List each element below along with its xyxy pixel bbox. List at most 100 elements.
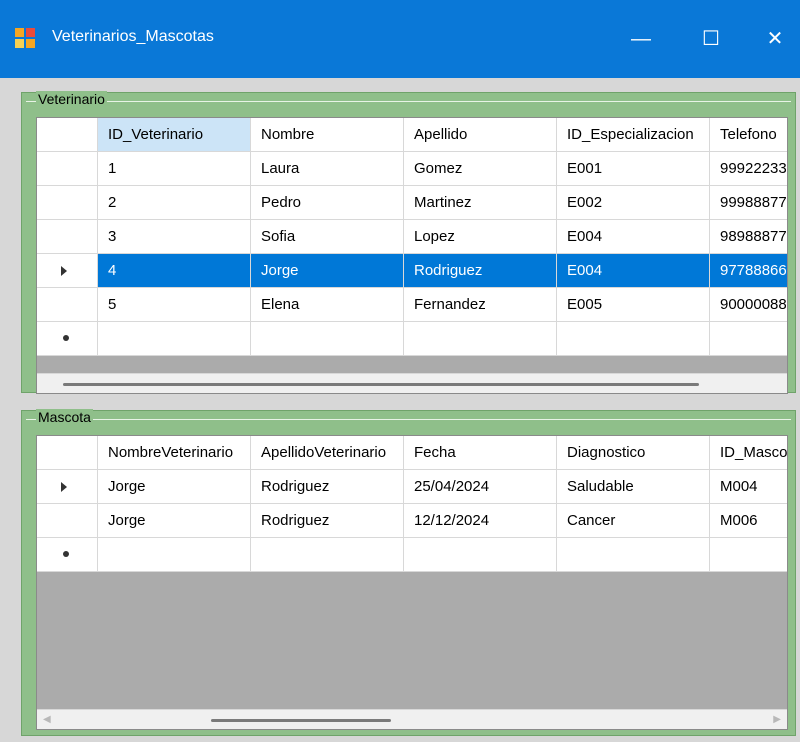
table-cell[interactable]: 900000888 [710,288,787,322]
scroll-right-icon[interactable]: ▶ [773,714,781,725]
table-cell[interactable]: Fernandez [404,288,557,322]
column-header[interactable]: ID_Mascota [710,436,787,470]
mascota-grid[interactable]: ◀ ▶ NombreVeterinario ApellidoVeterinario… [36,435,788,730]
table-cell[interactable]: Sofia [251,220,404,254]
table-cell[interactable] [251,322,404,356]
groupbox-border [26,419,791,420]
table-cell[interactable]: Rodriguez [251,470,404,504]
table-cell[interactable]: Pedro [251,186,404,220]
column-header[interactable]: ApellidoVeterinario [251,436,404,470]
maximize-icon: ☐ [702,28,720,50]
table-cell[interactable]: Rodriguez [404,254,557,288]
column-header[interactable]: Apellido [404,118,557,152]
row-header[interactable] [37,186,98,220]
table-cell[interactable]: 3 [98,220,251,254]
table-cell[interactable]: Lopez [404,220,557,254]
groupbox-caption: Mascota [36,409,93,425]
table-cell[interactable]: M004 [710,470,787,504]
table-cell[interactable]: Jorge [251,254,404,288]
table-cell[interactable]: E002 [557,186,710,220]
title-bar[interactable]: Veterinarios_Mascotas — ☐ ✕ [0,0,800,78]
table-row[interactable]: 1 Laura Gomez E001 999222333 [37,152,787,186]
table-cell[interactable]: Jorge [98,470,251,504]
column-header[interactable]: Nombre [251,118,404,152]
table-cell[interactable]: E004 [557,220,710,254]
groupbox-border [26,101,791,102]
table-cell[interactable]: 1 [98,152,251,186]
table-cell[interactable]: Saludable [557,470,710,504]
table-cell[interactable] [557,322,710,356]
table-cell[interactable]: 2 [98,186,251,220]
table-cell[interactable]: 25/04/2024 [404,470,557,504]
table-cell[interactable]: E004 [557,254,710,288]
maximize-button[interactable]: ☐ [686,14,736,64]
table-cell[interactable] [710,322,787,356]
table-cell[interactable]: Martinez [404,186,557,220]
table-row[interactable]: Jorge Rodriguez 25/04/2024 Saludable M004 [37,470,787,504]
veterinario-grid[interactable]: ID_Veterinario Nombre Apellido ID_Especiali… [36,117,788,394]
row-header[interactable] [37,504,98,538]
horizontal-scrollbar[interactable] [37,373,787,393]
column-header[interactable]: Fecha [404,436,557,470]
table-row[interactable]: 3 Sofia Lopez E004 989888777 [37,220,787,254]
table-cell[interactable]: Gomez [404,152,557,186]
table-cell[interactable]: Rodriguez [251,504,404,538]
groupbox-mascota: Mascota ◀ ▶ NombreVeterinario ApellidoVet… [21,409,796,736]
row-header[interactable] [37,322,98,356]
column-header[interactable]: Telefono [710,118,787,152]
new-row[interactable] [37,322,787,356]
table-cell[interactable]: 12/12/2024 [404,504,557,538]
table-cell[interactable] [404,322,557,356]
table-cell[interactable]: 989888777 [710,220,787,254]
row-header[interactable] [37,254,98,288]
table-cell[interactable] [251,538,404,572]
table-cell[interactable] [557,538,710,572]
header-row: NombreVeterinario ApellidoVeterinario Fech… [37,436,787,470]
table-cell[interactable]: Cancer [557,504,710,538]
row-header[interactable] [37,220,98,254]
table-cell[interactable]: E005 [557,288,710,322]
row-header[interactable] [37,470,98,504]
table-cell[interactable] [98,322,251,356]
new-row-icon [63,335,69,341]
scroll-thumb[interactable] [211,719,391,722]
column-header[interactable]: NombreVeterinario [98,436,251,470]
close-button[interactable]: ✕ [750,14,800,64]
row-header-corner [37,118,98,152]
table-cell[interactable]: E001 [557,152,710,186]
table-cell[interactable]: Elena [251,288,404,322]
scroll-thumb[interactable] [63,383,699,386]
column-header[interactable]: Diagnostico [557,436,710,470]
form-client-area: Veterinario ID_Veterinario Nombre Apellido… [0,78,800,742]
table-cell[interactable]: 5 [98,288,251,322]
table-row[interactable]: 2 Pedro Martinez E002 999888777 [37,186,787,220]
window-title: Veterinarios_Mascotas [52,28,214,45]
header-row: ID_Veterinario Nombre Apellido ID_Especiali… [37,118,787,152]
table-row[interactable]: 4 Jorge Rodriguez E004 977888666 [37,254,787,288]
table-cell[interactable]: Jorge [98,504,251,538]
minimize-icon: — [631,28,651,50]
row-arrow-icon [61,482,67,492]
groupbox-veterinario: Veterinario ID_Veterinario Nombre Apellido… [21,91,796,394]
column-header[interactable]: ID_Especializacion [557,118,710,152]
table-cell[interactable]: M006 [710,504,787,538]
row-header[interactable] [37,288,98,322]
table-cell[interactable] [404,538,557,572]
horizontal-scrollbar[interactable]: ◀ ▶ [37,709,787,729]
table-cell[interactable] [98,538,251,572]
table-cell[interactable] [710,538,787,572]
table-row[interactable]: 5 Elena Fernandez E005 900000888 [37,288,787,322]
row-header[interactable] [37,538,98,572]
table-cell[interactable]: 999222333 [710,152,787,186]
table-row[interactable]: Jorge Rodriguez 12/12/2024 Cancer M006 [37,504,787,538]
row-header[interactable] [37,152,98,186]
table-cell[interactable]: Laura [251,152,404,186]
table-cell[interactable]: 977888666 [710,254,787,288]
minimize-button[interactable]: — [616,14,666,64]
table-cell[interactable]: 999888777 [710,186,787,220]
column-header[interactable]: ID_Veterinario [98,118,251,152]
new-row[interactable] [37,538,787,572]
table-cell[interactable]: 4 [98,254,251,288]
scroll-left-icon[interactable]: ◀ [43,714,51,725]
row-header-corner [37,436,98,470]
